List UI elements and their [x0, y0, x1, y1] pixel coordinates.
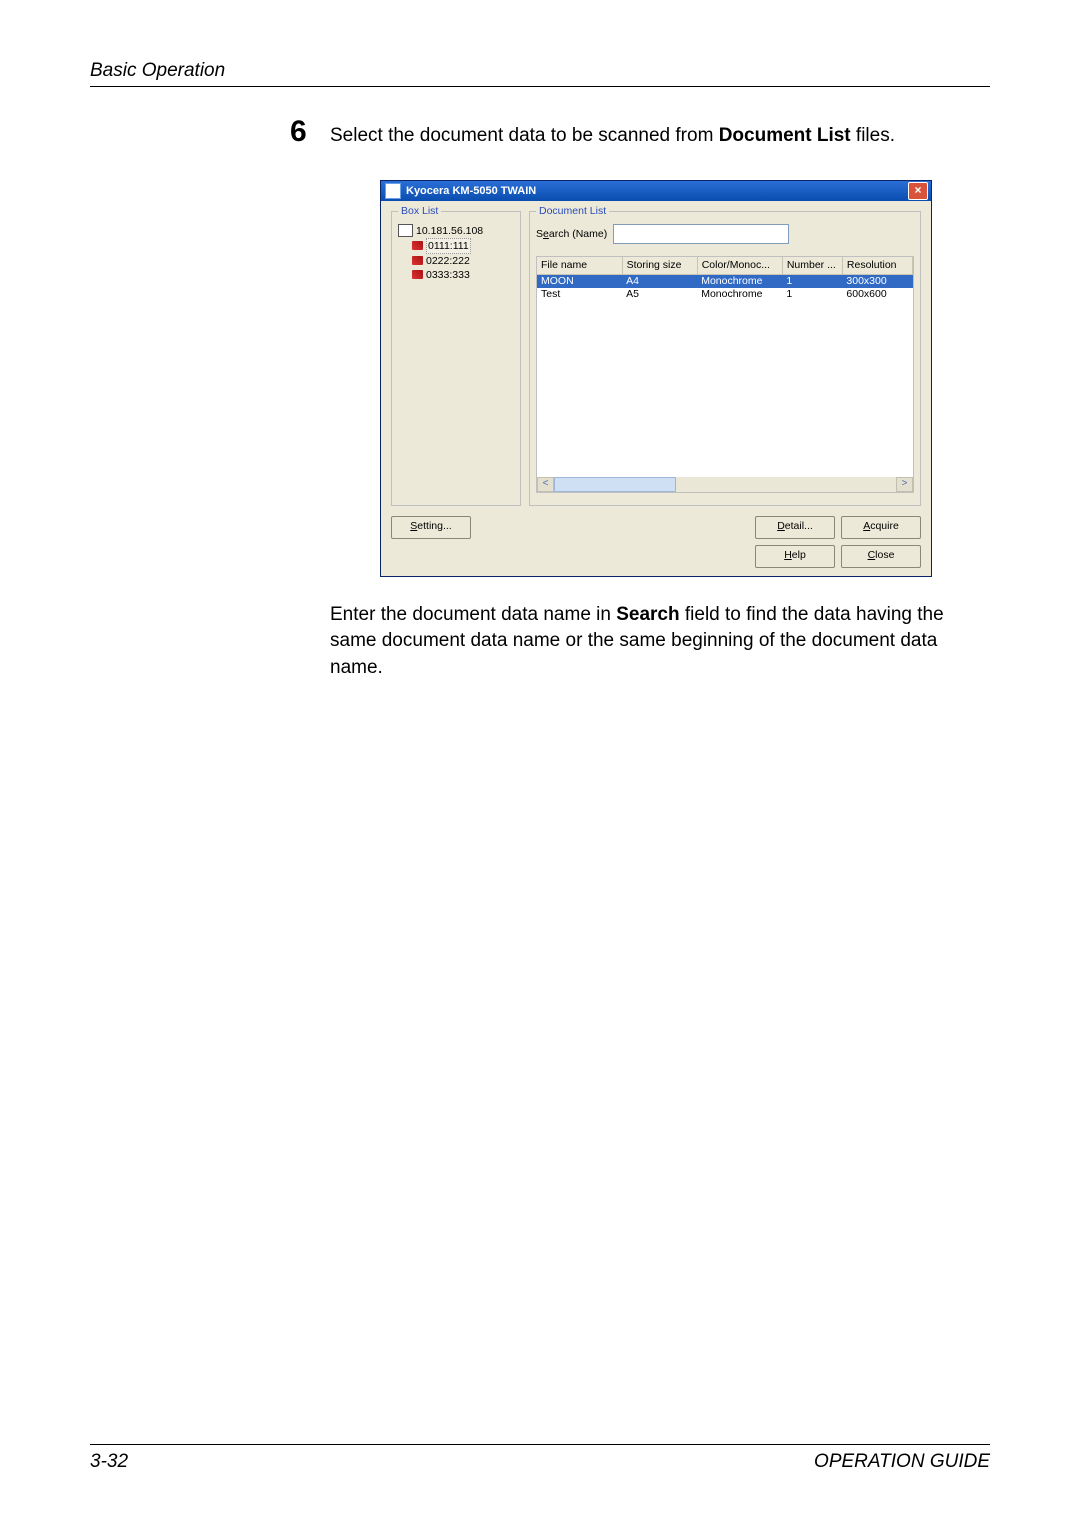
- tree-root-label: 10.181.56.108: [416, 224, 483, 238]
- scroll-thumb[interactable]: [554, 477, 676, 492]
- tree-item[interactable]: 0222:222: [412, 254, 514, 268]
- titlebar: Kyocera KM-5050 TWAIN ×: [381, 181, 931, 201]
- dialog-title: Kyocera KM-5050 TWAIN: [406, 185, 908, 197]
- col-color[interactable]: Color/Monoc...: [697, 257, 782, 275]
- table-row[interactable]: Test A5 Monochrome 1 600x600: [537, 288, 913, 301]
- table-row[interactable]: MOON A4 Monochrome 1 300x300: [537, 274, 913, 288]
- step-instruction: Select the document data to be scanned f…: [330, 117, 895, 150]
- tree-item[interactable]: 0333:333: [412, 268, 514, 282]
- step-row: 6 Select the document data to be scanned…: [290, 117, 990, 150]
- document-list-panel: Document List Search (Name): [529, 211, 921, 506]
- tree-item-label: 0222:222: [426, 254, 470, 268]
- twain-dialog: Kyocera KM-5050 TWAIN × Box List 10.181.…: [380, 180, 932, 577]
- search-input[interactable]: [613, 224, 789, 244]
- close-button[interactable]: Close: [841, 545, 921, 568]
- box-icon: [412, 241, 423, 250]
- document-table-wrap: File name Storing size Color/Monoc... Nu…: [536, 256, 914, 493]
- section-title: Basic Operation: [90, 60, 225, 81]
- scroll-left-icon[interactable]: <: [537, 477, 554, 492]
- page-header: Basic Operation: [90, 60, 990, 87]
- tree-root[interactable]: 10.181.56.108: [398, 224, 514, 238]
- step-text-before: Select the document data to be scanned f…: [330, 125, 719, 146]
- help-button[interactable]: Help: [755, 545, 835, 568]
- col-file-name[interactable]: File name: [537, 257, 622, 275]
- page-footer: 3-32 OPERATION GUIDE: [90, 1444, 990, 1473]
- search-label: Search (Name): [536, 228, 607, 240]
- horizontal-scrollbar[interactable]: < >: [537, 477, 913, 492]
- post-dialog-text: Enter the document data name in Search f…: [330, 602, 980, 682]
- step-number: 6: [290, 117, 330, 147]
- app-icon: [385, 183, 401, 199]
- acquire-button[interactable]: Acquire: [841, 516, 921, 539]
- col-resolution[interactable]: Resolution: [842, 257, 912, 275]
- box-icon: [412, 256, 423, 265]
- col-number[interactable]: Number ...: [782, 257, 842, 275]
- scroll-right-icon[interactable]: >: [896, 477, 913, 492]
- tree-item-label: 0111:111: [426, 238, 471, 254]
- scroll-track[interactable]: [554, 477, 896, 492]
- col-storing-size[interactable]: Storing size: [622, 257, 697, 275]
- step-text-bold: Document List: [719, 125, 851, 146]
- box-icon: [412, 270, 423, 279]
- page-number: 3-32: [90, 1451, 128, 1473]
- box-list-legend: Box List: [398, 205, 441, 217]
- document-list-legend: Document List: [536, 205, 609, 217]
- document-table: File name Storing size Color/Monoc... Nu…: [537, 257, 913, 301]
- device-icon: [398, 224, 413, 237]
- detail-button[interactable]: Detail...: [755, 516, 835, 539]
- setting-button[interactable]: Setting...: [391, 516, 471, 539]
- table-header-row: File name Storing size Color/Monoc... Nu…: [537, 257, 913, 275]
- tree-item-label: 0333:333: [426, 268, 470, 282]
- tree-item[interactable]: 0111:111: [412, 238, 514, 254]
- close-icon[interactable]: ×: [908, 182, 928, 200]
- box-list-panel: Box List 10.181.56.108 0111:111: [391, 211, 521, 506]
- step-text-after: files.: [851, 125, 895, 146]
- guide-label: OPERATION GUIDE: [814, 1451, 990, 1473]
